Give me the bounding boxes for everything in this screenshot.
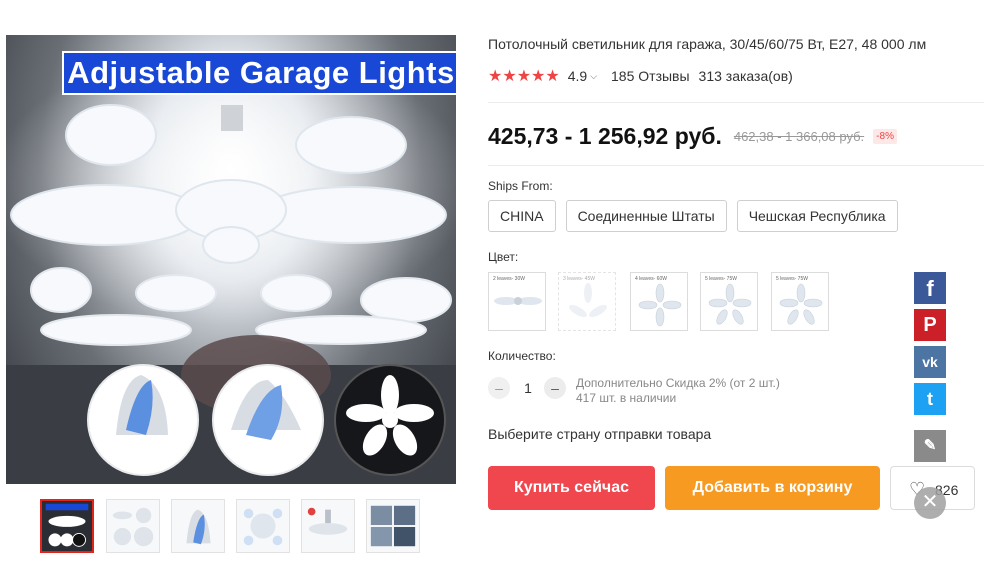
bulk-discount-note: Дополнительно Скидка 2% (от 2 шт.) <box>576 376 780 390</box>
ship-country-prompt: Выберите страну отправки товара <box>488 426 712 442</box>
thumbnail-1-image <box>42 501 92 551</box>
rating-value[interactable]: 4.9 <box>568 68 587 84</box>
thumbnail-6[interactable] <box>366 499 420 553</box>
add-to-cart-button[interactable]: Добавить в корзину <box>665 466 880 510</box>
color-swatch-5-leaves-b[interactable]: 5 leaves- 75W <box>771 272 829 331</box>
product-main-image[interactable]: Adjustable Garage Lights <box>6 35 456 484</box>
thumbnail-5-image <box>302 500 354 552</box>
thumbnail-3[interactable] <box>171 499 225 553</box>
garage-lights-photo <box>6 45 456 484</box>
twitter-share-icon[interactable]: t <box>914 383 946 415</box>
buy-now-button[interactable]: Купить сейчас <box>488 466 655 510</box>
thumbnail-3-image <box>172 500 224 552</box>
stock-available: 417 шт. в наличии <box>576 391 677 405</box>
ship-option-usa[interactable]: Соединенные Штаты <box>565 200 727 232</box>
old-price: 462,38 - 1 366,08 руб. <box>733 128 865 144</box>
star-rating-icon: ★★★★★ <box>488 68 560 85</box>
thumbnail-strip <box>40 499 430 553</box>
thumbnail-1[interactable] <box>40 499 94 553</box>
ships-from-label: Ships From: <box>488 179 553 193</box>
quantity-label: Количество: <box>488 349 556 363</box>
divider <box>488 102 984 103</box>
price-row: 425,73 - 1 256,92 руб. 462,38 - 1 366,08… <box>488 120 897 152</box>
edit-icon[interactable]: ✎ <box>914 430 946 462</box>
reviews-link[interactable]: 185 Отзывы <box>611 68 690 84</box>
thumbnail-2[interactable] <box>106 499 160 553</box>
facebook-share-icon[interactable]: f <box>914 272 946 304</box>
rating-row: ★★★★★ 4.9 ⌵ 185 Отзывы 313 заказа(ов) <box>488 67 793 85</box>
color-swatch-2-leaves[interactable]: 2 leaves- 30W <box>488 272 546 331</box>
vk-share-icon[interactable]: vk <box>914 346 946 378</box>
ships-from-options: CHINA Соединенные Штаты Чешская Республи… <box>488 200 908 232</box>
pinterest-share-icon[interactable]: P <box>914 309 946 341</box>
three-leaves-lamp-icon <box>569 283 607 318</box>
chevron-down-icon[interactable]: ⌵ <box>590 71 597 82</box>
image-banner: Adjustable Garage Lights <box>62 51 456 95</box>
divider <box>488 165 984 166</box>
two-leaves-lamp-icon <box>494 297 542 305</box>
color-swatch-5-leaves-a[interactable]: 5 leaves- 75W <box>700 272 758 331</box>
current-price: 425,73 - 1 256,92 руб. <box>488 122 722 149</box>
close-icon[interactable]: ✕ <box>914 487 946 519</box>
product-title: Потолочный светильник для гаража, 30/45/… <box>488 36 927 52</box>
four-leaves-lamp-icon <box>638 283 682 327</box>
orders-count: 313 заказа(ов) <box>698 68 793 84</box>
color-swatch-3-leaves[interactable]: 3 leaves- 45W <box>558 272 616 331</box>
thumbnail-4-image <box>237 500 289 552</box>
ship-option-china[interactable]: CHINA <box>488 200 556 232</box>
stock-info: Дополнительно Скидка 2% (от 2 шт.) 417 ш… <box>576 376 780 406</box>
thumbnail-5[interactable] <box>301 499 355 553</box>
thumbnail-6-image <box>367 500 419 552</box>
quantity-value[interactable]: 1 <box>521 380 535 396</box>
five-leaves-lamp-icon <box>779 283 823 325</box>
ship-option-czech[interactable]: Чешская Республика <box>736 200 898 232</box>
discount-badge: -8% <box>873 128 897 144</box>
quantity-minus-button[interactable]: – <box>488 377 510 399</box>
color-label: Цвет: <box>488 250 519 264</box>
five-leaves-lamp-icon <box>708 283 752 325</box>
thumbnail-4[interactable] <box>236 499 290 553</box>
thumbnail-2-image <box>107 500 159 552</box>
quantity-plus-button[interactable]: – <box>544 377 566 399</box>
color-swatch-4-leaves[interactable]: 4 leaves- 60W <box>630 272 688 331</box>
